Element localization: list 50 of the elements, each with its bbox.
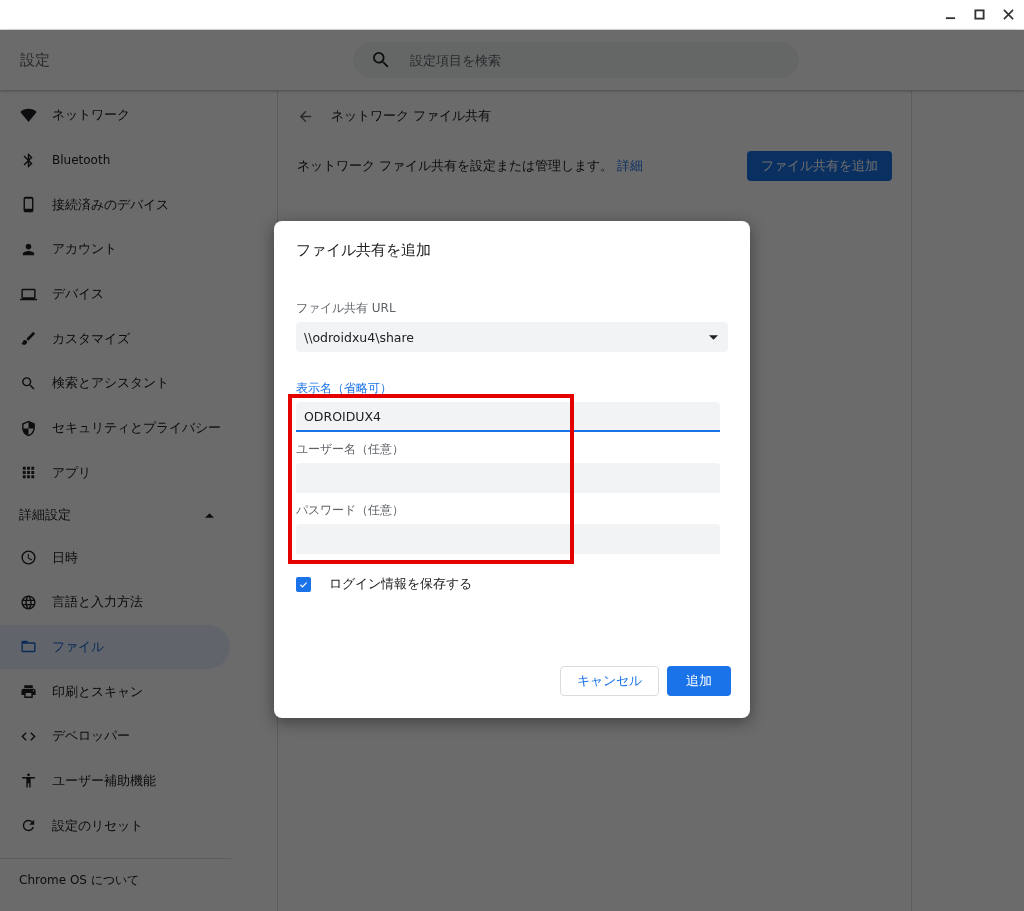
url-dropdown[interactable]: \\odroidxu4\share	[296, 322, 728, 352]
sidebar-item[interactable]: ユーザー補助機能	[0, 758, 230, 804]
search-icon	[373, 52, 389, 68]
brush-icon	[20, 330, 37, 348]
page-title: ネットワーク ファイル共有	[331, 107, 492, 125]
sidebar-item[interactable]: アプリ	[0, 450, 230, 496]
about-link[interactable]: Chrome OS について	[0, 859, 277, 902]
sidebar-item[interactable]: デバイス	[0, 271, 230, 317]
sidebar-item[interactable]: Bluetooth	[0, 137, 230, 183]
shield-icon	[20, 419, 37, 437]
details-link[interactable]: 詳細	[617, 157, 643, 173]
sidebar-item[interactable]: セキュリティとプライバシー	[0, 405, 230, 451]
field-label: ユーザー名（任意）	[296, 441, 405, 458]
sidebar-item[interactable]: 印刷とスキャン	[0, 669, 230, 714]
sidebar-item[interactable]: 設定のリセット	[0, 803, 230, 848]
field-label: パスワード（任意）	[296, 502, 405, 519]
sidebar-item[interactable]: 言語と入力方法	[0, 579, 230, 625]
input-field[interactable]	[296, 524, 720, 554]
cancel-button[interactable]: キャンセル	[560, 666, 659, 696]
clock-icon	[20, 549, 37, 567]
app-title: 設定	[19, 50, 51, 70]
field-label: 表示名（省略可）	[296, 380, 393, 397]
add-share-button[interactable]: ファイル共有を追加	[747, 151, 892, 181]
sidebar-item[interactable]: ネットワーク	[0, 93, 230, 138]
accessibility-icon	[20, 772, 37, 790]
sidebar-item[interactable]: カスタマイズ	[0, 316, 230, 362]
sidebar-item[interactable]: ファイル	[0, 624, 230, 670]
checkbox[interactable]	[296, 577, 311, 592]
sidebar-item[interactable]: アカウント	[0, 227, 230, 272]
maximize-icon[interactable]	[974, 9, 985, 20]
search-icon	[20, 374, 37, 392]
sidebar-item[interactable]: デベロッパー	[0, 713, 230, 759]
field-label: ファイル共有 URL	[296, 300, 397, 317]
caret-icon	[205, 512, 214, 518]
sidebar-item[interactable]: 検索とアシスタント	[0, 361, 230, 406]
dropdown-caret-icon	[709, 334, 718, 340]
printer-icon	[20, 683, 37, 701]
search-field[interactable]: 設定項目を検索	[353, 42, 799, 78]
wifi-icon	[20, 106, 37, 124]
description-text: ネットワーク ファイル共有を設定または管理します。 詳細	[297, 157, 643, 175]
section-header[interactable]: 詳細設定	[0, 495, 277, 536]
input-field[interactable]: ODROIDUX4	[296, 402, 720, 432]
add-button[interactable]: 追加	[667, 666, 731, 696]
sidebar-item[interactable]: 日時	[0, 535, 230, 580]
sidebar-item[interactable]: 接続済みのデバイス	[0, 182, 230, 228]
dialog-title: ファイル共有を追加	[296, 241, 432, 260]
checkbox-label: ログイン情報を保存する	[329, 576, 472, 593]
input-field[interactable]	[296, 463, 720, 493]
close-icon[interactable]	[1003, 9, 1014, 20]
globe-icon	[20, 593, 37, 611]
